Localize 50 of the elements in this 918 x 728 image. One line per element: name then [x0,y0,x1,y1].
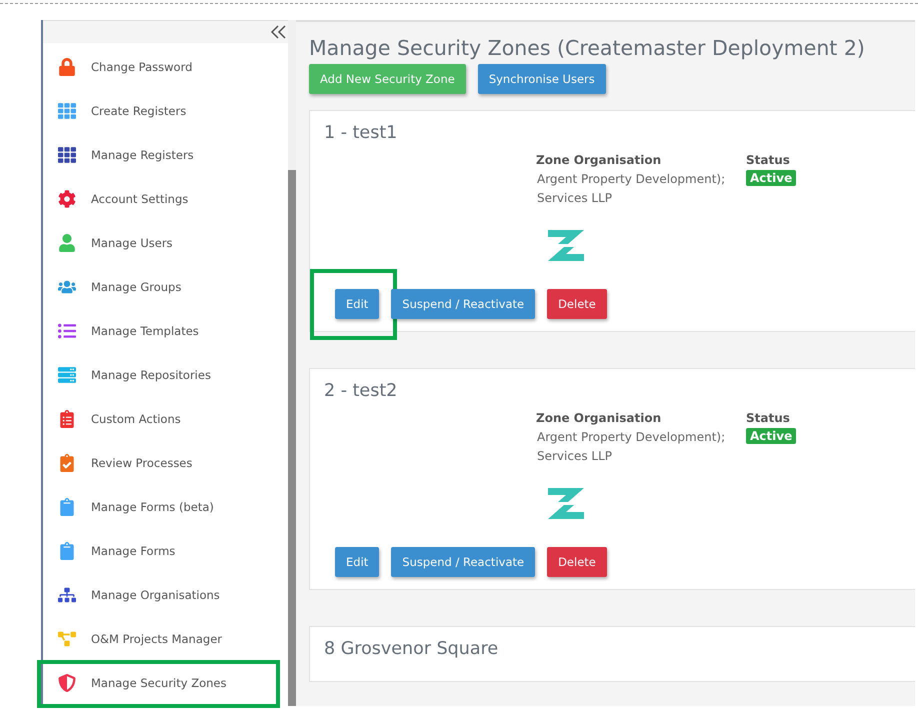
organisation-name: Services LLP [536,448,614,465]
delete-button[interactable]: Delete [547,289,607,319]
grid-icon [58,102,76,120]
sidebar-item[interactable]: Manage Users [43,221,288,265]
delete-button[interactable]: Delete [547,547,607,577]
sitemap-icon [58,586,76,604]
column-heading: Zone Organisation [536,153,662,167]
clipboard-list-icon [58,410,76,428]
lock-icon [58,58,76,76]
server-icon [58,366,76,384]
sidebar-item[interactable]: Account Settings [43,177,288,221]
column-heading: Status [746,153,790,167]
sidebar-item[interactable]: O&M Projects Manager [43,617,288,661]
column-heading: Zone Organisation [536,411,662,425]
diagram-icon [58,630,76,648]
zone-logo-icon [546,488,586,519]
user-icon [58,234,76,252]
zone-title: 2 - test2 [324,381,398,401]
column-heading: Status [746,411,790,425]
shield-icon [58,674,76,692]
users-icon [58,278,76,296]
sidebar-item[interactable]: Create Registers [43,89,288,133]
organisation-name: Argent Property Development); [536,429,726,446]
sidebar-item[interactable]: Review Processes [43,441,288,485]
organisation-name: Argent Property Development); [536,171,726,188]
clipboard-icon [58,498,76,516]
list-icon [58,322,76,340]
organisation-name: Services LLP [536,190,614,207]
zone-title: 1 - test1 [324,123,398,143]
sidebar-item[interactable]: Manage Repositories [43,353,288,397]
sidebar-item[interactable]: Manage Organisations [43,573,288,617]
sidebar-item[interactable]: Change Password [43,45,288,89]
zone-title: 8 Grosvenor Square [324,639,500,659]
sidebar-item[interactable]: Manage Groups [43,265,288,309]
sidebar-item[interactable]: Manage Security Zones [43,661,288,705]
page-title: Manage Security Zones (Createmaster Deployment 2) [309,36,866,60]
status-badge: Active [746,170,796,186]
clipboard-icon [58,542,76,560]
zone-logo-icon [546,230,586,261]
sidebar-item[interactable]: Custom Actions [43,397,288,441]
sidebar-item[interactable]: Manage Forms (beta) [43,485,288,529]
collapse-chevrons-icon[interactable] [270,25,286,39]
sidebar-item[interactable]: Manage Forms [43,529,288,573]
sidebar-item[interactable]: Manage Templates [43,309,288,353]
sidebar-item[interactable]: Manage Registers [43,133,288,177]
grid-icon [58,146,76,164]
clipboard-check-icon [58,454,76,472]
gear-icon [58,190,76,208]
scrollbar-thumb[interactable] [288,170,296,706]
status-badge: Active [746,428,796,444]
